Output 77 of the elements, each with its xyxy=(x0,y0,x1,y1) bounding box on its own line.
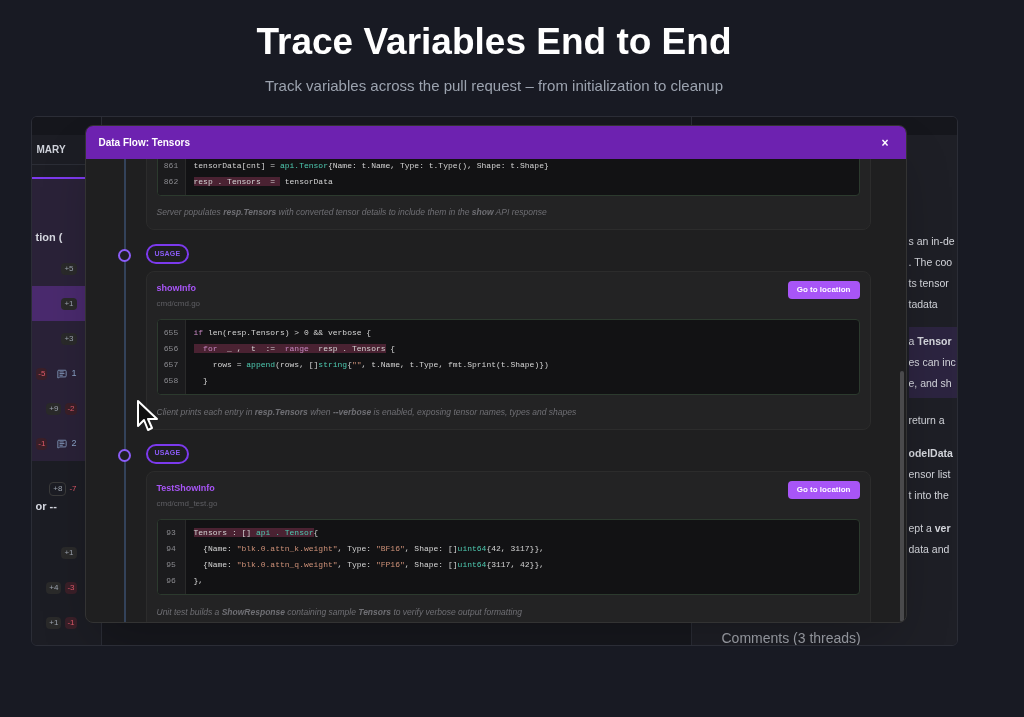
page-title: Trace Variables End to End xyxy=(256,20,732,64)
card-description: Server populates resp.Tensors with converted tensor details to include them in the show API response xyxy=(156,206,548,219)
paragraph-line: es can inc xyxy=(908,355,957,370)
line-number: 96 xyxy=(166,574,176,587)
card-title: showInfo xyxy=(156,281,197,295)
close-button[interactable]: × xyxy=(877,133,893,152)
paragraph-line: tadata xyxy=(908,297,939,312)
line-number: 861 xyxy=(163,160,179,172)
paragraph-line: s an in-de xyxy=(908,234,956,249)
paragraph-line: ensor list xyxy=(908,467,952,482)
deletions-count: -7 xyxy=(69,483,77,495)
line-number: 658 xyxy=(163,374,179,387)
code-line: Tensors : [] api . Tensor{ xyxy=(193,526,319,539)
timeline-node-icon xyxy=(117,448,131,462)
go-to-location-button[interactable]: Go to location xyxy=(787,280,860,299)
section-title: tion ( xyxy=(35,229,63,245)
additions-count: +8 xyxy=(49,482,67,496)
file-row[interactable]: +4 -3 xyxy=(31,570,101,605)
file-row[interactable]: +1 xyxy=(31,535,101,570)
section-title: or -- xyxy=(35,498,57,514)
additions-count: +1 xyxy=(61,546,77,559)
sidebar-heading: MARY xyxy=(36,143,66,157)
code-line: tensorData[cnt] = api.Tensor{Name: t.Name, Type: t.Type(), Shape: t.Shape} xyxy=(193,160,549,172)
additions-count: +9 xyxy=(46,402,62,415)
comment-icon xyxy=(57,368,68,379)
deletions-count: -2 xyxy=(65,402,77,415)
comments-heading: Comments (3 threads) xyxy=(721,630,861,645)
file-row[interactable]: +5 xyxy=(31,251,101,286)
comment-icon xyxy=(57,438,68,449)
code-line: rows = append(rows, []string{"", t.Name, t.Type, fmt.Sprint(t.Shape)}) xyxy=(211,358,549,371)
paragraph-line: data and xyxy=(908,542,951,557)
file-row[interactable]: +3 xyxy=(31,321,101,356)
paragraph-line: return a xyxy=(908,413,946,428)
paragraph-line: t into the xyxy=(908,488,950,503)
card-description: Client prints each entry in resp.Tensors when --verbose is enabled, exposing tensor names, types and shapes xyxy=(156,405,578,419)
code-line: if len(resp.Tensors) > 0 && verbose { xyxy=(193,326,372,339)
paragraph-line: ept a ver xyxy=(908,521,952,536)
deletions-count: -3 xyxy=(65,581,77,594)
code-line: {Name: "blk.0.attn_k.weight", Type: "BF16", Shape: []uint64{42, 3117}}, xyxy=(202,542,544,555)
line-number: 655 xyxy=(163,326,179,339)
additions-count: +3 xyxy=(61,332,77,345)
file-row[interactable]: +1 -1 xyxy=(31,605,101,640)
go-to-location-button[interactable]: Go to location xyxy=(787,480,860,499)
deletions-count: -1 xyxy=(36,437,48,450)
line-number: 862 xyxy=(163,176,179,188)
additions-count: +1 xyxy=(46,616,62,629)
card-title: TestShowInfo xyxy=(156,481,216,495)
paragraph-line: odelData xyxy=(908,446,954,461)
line-number: 93 xyxy=(166,526,176,539)
line-number: 656 xyxy=(163,342,179,355)
code-line: {Name: "blk.0.attn_q.weight", Type: "FP16", Shape: []uint64{3117, 42}}, xyxy=(202,558,544,571)
card-description: Unit test builds a ShowResponse containing sample Tensors to verify verbose output formatting xyxy=(156,605,523,619)
scrollbar-thumb[interactable] xyxy=(899,371,904,622)
line-number: 657 xyxy=(163,358,179,371)
deletions-count: -1 xyxy=(65,616,77,629)
code-line: }, xyxy=(193,574,204,587)
modal-title: Data Flow: Tensors xyxy=(98,136,190,150)
page-subtitle: Track variables across the pull request – from initialization to cleanup xyxy=(265,76,723,96)
additions-count: +1 xyxy=(61,297,77,310)
line-number: 94 xyxy=(166,542,176,555)
file-row[interactable]: -1 2 xyxy=(31,426,101,461)
deletions-count: -5 xyxy=(36,367,48,380)
code-line: } xyxy=(202,374,208,387)
line-number: 95 xyxy=(166,558,176,571)
paragraph-line: e, and sh xyxy=(908,376,953,391)
paragraph-line: a Tensor xyxy=(908,334,953,349)
paragraph-line: . The coo xyxy=(908,255,954,270)
file-row[interactable]: +9 -2 xyxy=(31,391,101,426)
paragraph-line: ts tensor xyxy=(908,276,950,291)
comment-count: 2 xyxy=(71,436,77,450)
code-line: for _ , t := range resp . Tensors { xyxy=(193,340,396,357)
code-line: resp . Tensors = tensorData xyxy=(193,176,333,188)
comment-count: 1 xyxy=(71,366,77,380)
timeline-node-icon xyxy=(117,248,131,262)
additions-count: +5 xyxy=(61,262,77,275)
file-row[interactable]: -5 1 xyxy=(31,356,101,391)
additions-count: +4 xyxy=(46,581,62,594)
